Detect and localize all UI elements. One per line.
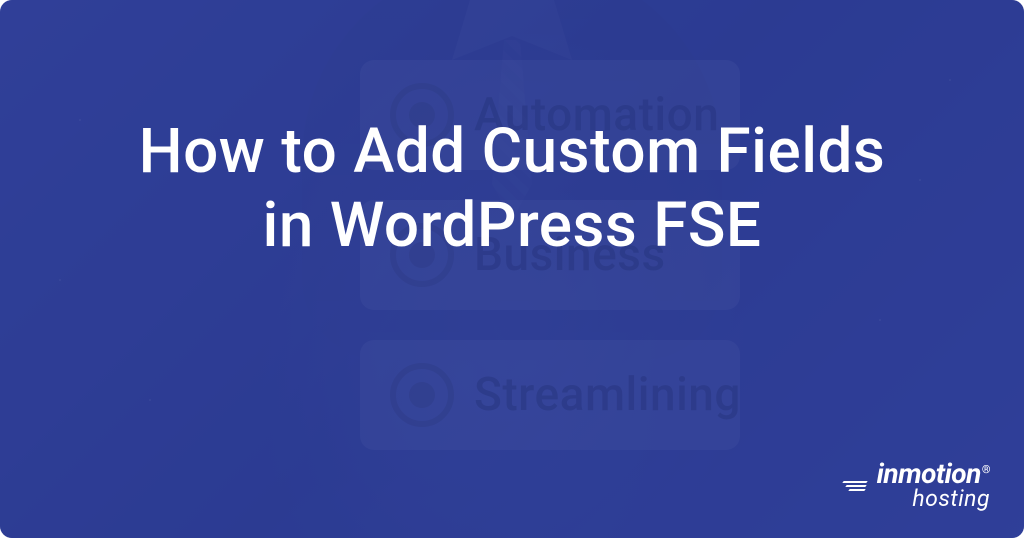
brand-suffix: hosting xyxy=(912,485,990,512)
hero-banner: Automation Business Streamlining How to … xyxy=(0,0,1024,538)
brand-logo: inmotion® hosting xyxy=(843,457,990,512)
registered-mark: ® xyxy=(982,463,990,476)
swoosh-icon xyxy=(843,481,867,491)
page-title: How to Add Custom Fields in WordPress FS… xyxy=(112,115,912,264)
